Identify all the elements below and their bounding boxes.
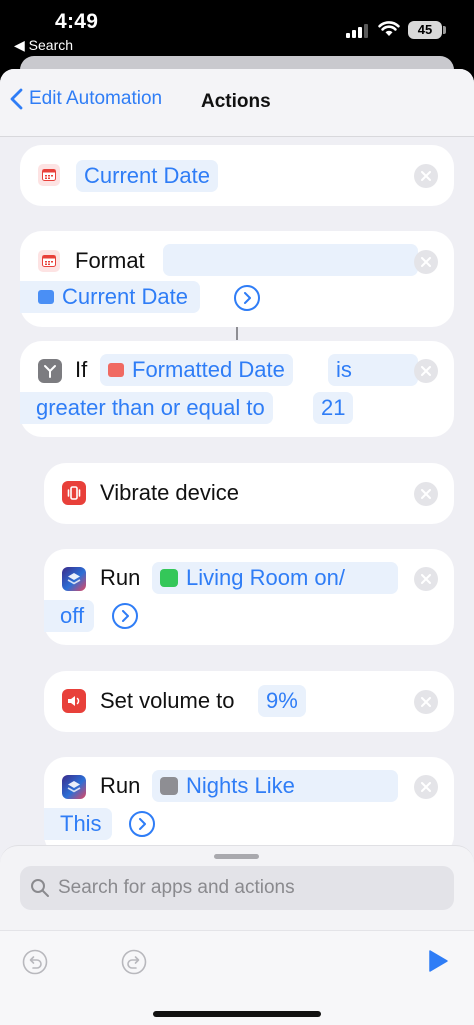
search-placeholder: Search for apps and actions <box>58 877 295 898</box>
volume-icon <box>62 689 86 713</box>
close-icon <box>421 697 431 707</box>
status-bar: 4:49 ◀ Search 45 <box>0 0 474 62</box>
current-date-token-label: Current Date <box>84 163 210 188</box>
close-icon <box>421 171 431 181</box>
close-icon <box>421 489 431 499</box>
status-back-link[interactable]: ◀ Search <box>14 37 73 54</box>
action-card-set-volume[interactable]: Set volume to 9% <box>44 671 454 732</box>
remove-action-button[interactable] <box>414 359 438 383</box>
expand-button[interactable] <box>129 811 155 837</box>
run-verb: Run <box>100 773 141 798</box>
calendar-mini-icon <box>38 290 54 304</box>
battery-icon: 45 <box>408 21 442 39</box>
chevron-right-icon <box>122 610 129 622</box>
living-room-line1-label: Living Room on/ <box>186 565 345 590</box>
remove-action-button[interactable] <box>414 482 438 506</box>
nav-bar: Edit Automation Actions <box>0 69 474 137</box>
action-card-format[interactable]: Format Current Date <box>20 231 454 327</box>
action-card-run-living-room[interactable]: Run Living Room on/ off <box>44 549 454 645</box>
living-room-line2-label: off <box>60 603 85 628</box>
nights-line1-label: Nights Like <box>186 773 295 798</box>
undo-icon[interactable] <box>22 949 48 975</box>
comparator-line1-label: is <box>336 357 352 382</box>
signal-icon <box>346 24 372 38</box>
if-value-label: 21 <box>321 395 346 420</box>
wifi-icon <box>378 21 400 36</box>
living-room-token-line1[interactable]: Living Room on/ <box>152 562 398 594</box>
chevron-right-icon <box>139 818 146 830</box>
if-branch-icon <box>38 359 62 383</box>
action-card-run-nights[interactable]: Run Nights Like This <box>44 757 454 857</box>
shortcut-mini-icon <box>160 777 178 795</box>
remove-action-button[interactable] <box>414 690 438 714</box>
page-title: Actions <box>201 91 271 112</box>
close-icon <box>421 574 431 584</box>
remove-action-button[interactable] <box>414 164 438 188</box>
battery-tip <box>443 26 446 34</box>
shortcut-icon <box>62 567 86 591</box>
home-indicator <box>153 1011 321 1017</box>
calendar-mini-icon <box>108 363 124 377</box>
comparator-line2-label: greater than or equal to <box>36 395 265 420</box>
volume-value-label: 9% <box>266 688 298 713</box>
format-current-date-token[interactable]: Current Date <box>20 281 200 313</box>
redo-icon[interactable] <box>121 949 147 975</box>
if-verb: If <box>75 357 88 382</box>
nights-line2-label: This <box>60 811 102 836</box>
remove-action-button[interactable] <box>414 250 438 274</box>
formatted-date-label: Formatted Date <box>132 357 285 382</box>
comparator-token-line2[interactable]: greater than or equal to <box>20 392 273 424</box>
nights-token-line2[interactable]: This <box>44 808 112 840</box>
action-card-current-date[interactable]: Current Date <box>20 145 454 206</box>
volume-value-token[interactable]: 9% <box>258 685 306 717</box>
close-icon <box>421 366 431 376</box>
vibrate-icon <box>62 481 86 505</box>
status-time: 4:49 <box>55 10 99 33</box>
calendar-icon <box>38 164 60 186</box>
shortcut-icon <box>62 775 86 799</box>
formatted-date-token[interactable]: Formatted Date <box>100 354 293 386</box>
close-icon <box>421 782 431 792</box>
chevron-left-icon <box>10 88 23 110</box>
search-icon <box>31 879 49 897</box>
if-value-token[interactable]: 21 <box>313 392 354 424</box>
chevron-right-icon <box>244 292 251 304</box>
play-icon[interactable] <box>427 949 449 973</box>
format-token-bg-line1 <box>163 244 418 276</box>
current-date-token[interactable]: Current Date <box>76 160 218 192</box>
action-card-if[interactable]: If Formatted Date is greater than or equ… <box>20 341 454 437</box>
back-button-label: Edit Automation <box>29 88 163 109</box>
living-room-token-line2[interactable]: off <box>44 600 95 632</box>
calendar-icon <box>38 250 60 272</box>
expand-button[interactable] <box>234 285 260 311</box>
action-card-vibrate[interactable]: Vibrate device <box>44 463 454 524</box>
nights-token-line1[interactable]: Nights Like <box>152 770 398 802</box>
run-verb: Run <box>100 565 141 590</box>
expand-button[interactable] <box>112 603 138 629</box>
format-token-label: Current Date <box>62 284 188 309</box>
remove-action-button[interactable] <box>414 775 438 799</box>
action-search-panel: Search for apps and actions <box>0 845 474 1025</box>
back-button[interactable]: Edit Automation <box>10 88 162 110</box>
flow-connector <box>236 327 238 340</box>
comparator-token-line1[interactable]: is <box>328 354 418 386</box>
remove-action-button[interactable] <box>414 567 438 591</box>
panel-grabber[interactable] <box>214 854 259 859</box>
vibrate-label: Vibrate device <box>100 480 240 505</box>
home-scene-icon <box>160 569 178 587</box>
format-verb: Format <box>75 248 145 273</box>
search-input[interactable]: Search for apps and actions <box>20 866 454 910</box>
close-icon <box>421 257 431 267</box>
set-volume-label: Set volume to <box>100 688 235 713</box>
